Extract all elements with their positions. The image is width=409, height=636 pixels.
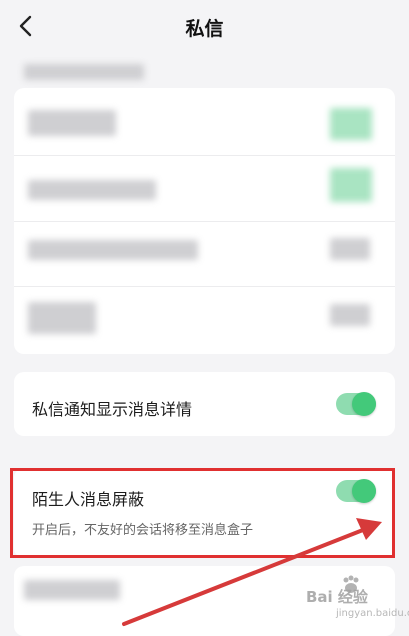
row-divider (14, 286, 395, 287)
blurred-row-label (28, 240, 198, 260)
show-detail-label: 私信通知显示消息详情 (32, 400, 193, 419)
row-divider (14, 155, 395, 156)
blurred-settings-card (14, 88, 395, 354)
blurred-row-value (330, 304, 370, 326)
blurred-row-value (330, 168, 372, 202)
blurred-row-label (28, 302, 96, 334)
row-divider (14, 221, 395, 222)
blurred-row-label (28, 180, 156, 200)
show-detail-card: 私信通知显示消息详情 (14, 372, 395, 436)
blurred-row-value (330, 238, 370, 260)
top-bar: 私信 (0, 0, 409, 52)
show-detail-toggle[interactable] (336, 392, 376, 416)
watermark-subtext: jingyan.baidu.com (336, 608, 409, 619)
highlight-box (10, 468, 395, 558)
blurred-row-value (330, 108, 372, 140)
toggle-knob (352, 392, 376, 416)
blurred-row-label (28, 110, 116, 136)
blurred-row-label (24, 580, 120, 600)
page-title: 私信 (185, 18, 224, 40)
blurred-section-header (24, 64, 144, 80)
baidu-watermark: Bai 经验 jingyan.baidu.com (284, 574, 409, 626)
watermark-text: Bai 经验 (306, 588, 368, 606)
